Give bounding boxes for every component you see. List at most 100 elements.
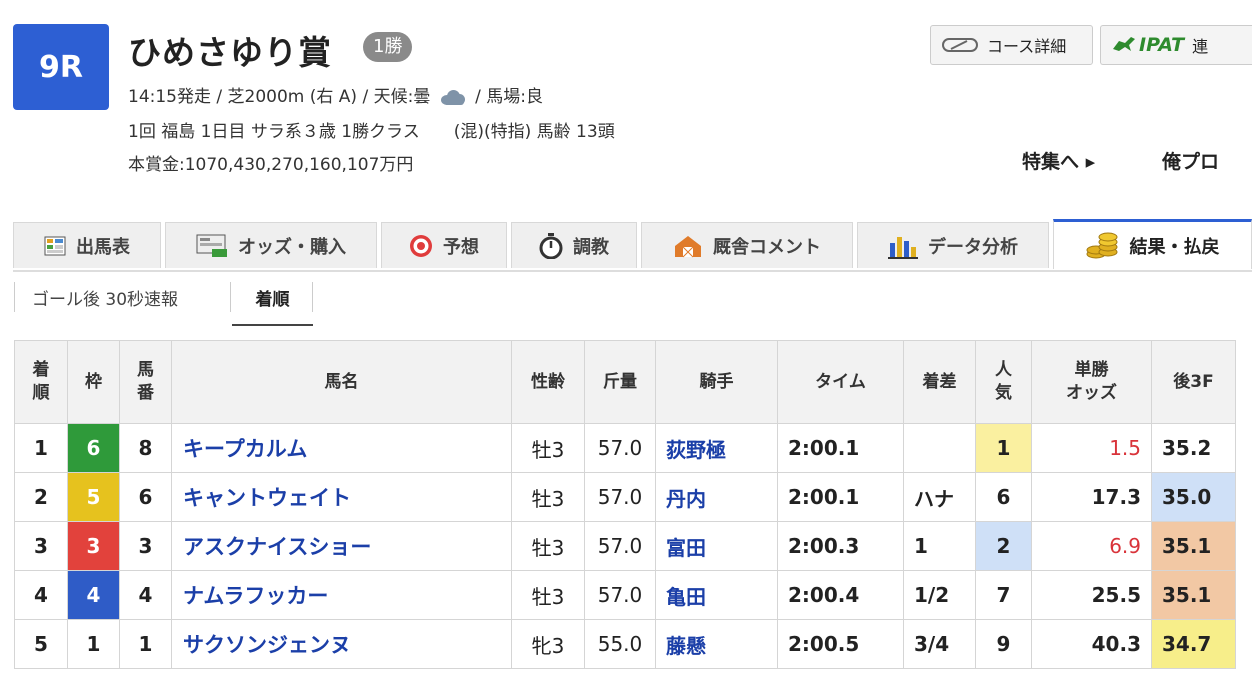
weight-cell: 57.0 (584, 472, 656, 522)
odds-cell: 25.5 (1031, 570, 1152, 620)
prize-money: 本賞金:1070,430,270,160,107万円 (128, 155, 414, 175)
waku-cell: 4 (67, 570, 120, 620)
coins-icon (1086, 232, 1120, 260)
weight-cell: 57.0 (584, 521, 656, 571)
tab-training[interactable]: 調教 (511, 222, 637, 268)
header-time: タイム (777, 340, 904, 424)
header-waku: 枠 (67, 340, 120, 424)
umaban-cell: 3 (119, 521, 172, 571)
subtab-divider (230, 282, 231, 312)
jockey-link[interactable]: 丹内 (655, 472, 778, 522)
odds-cell: 17.3 (1031, 472, 1152, 522)
bar-chart-icon (888, 233, 918, 259)
race-number-badge: 9R (13, 24, 109, 110)
tab-label: 調教 (573, 236, 609, 258)
last3f-cell: 35.2 (1151, 423, 1236, 473)
result-table: 着 順 枠 馬 番 馬名 性齢 斤量 騎手 タイム 着差 人 気 単勝 オッズ … (14, 340, 1236, 669)
umaban-cell: 4 (119, 570, 172, 620)
tab-entry-table[interactable]: 出馬表 (13, 222, 161, 268)
table-row: 2 5 6 キャントウェイト 牡3 57.0 丹内 2:00.1 ハナ 6 17… (14, 472, 1236, 522)
blog-link[interactable]: 俺プロ (1162, 147, 1219, 174)
horse-name-link[interactable]: サクソンジェンヌ (171, 619, 512, 669)
horse-name-link[interactable]: ナムラフッカー (171, 570, 512, 620)
last3f-cell: 35.1 (1151, 570, 1236, 620)
popularity-cell: 6 (975, 472, 1032, 522)
waku-cell: 3 (67, 521, 120, 571)
sex-age-cell: 牡3 (511, 423, 585, 473)
time-cell: 2:00.1 (777, 472, 904, 522)
tab-prediction[interactable]: 予想 (381, 222, 507, 268)
time-cell: 2:00.5 (777, 619, 904, 669)
time-cell: 2:00.4 (777, 570, 904, 620)
time-cell: 2:00.3 (777, 521, 904, 571)
jockey-link[interactable]: 富田 (655, 521, 778, 571)
race-info-line2: 1回 福島 1日目 サラ系３歳 1勝クラス (混)(特指) 馬齢 13頭 (128, 122, 615, 142)
subtab-divider (14, 282, 15, 312)
header-win-odds: 単勝 オッズ (1031, 340, 1152, 424)
special-feature-link[interactable]: 特集へ ▸ (1022, 147, 1095, 174)
horse-name-link[interactable]: アスクナイスショー (171, 521, 512, 571)
waku-cell: 6 (67, 423, 120, 473)
tab-label: 予想 (443, 236, 479, 258)
sex-age-cell: 牝3 (511, 619, 585, 669)
last3f-cell: 35.0 (1151, 472, 1236, 522)
tab-label: オッズ・購入 (238, 236, 346, 258)
margin-cell: 1/2 (903, 570, 976, 620)
popularity-cell: 2 (975, 521, 1032, 571)
tab-stable-comment[interactable]: 厩舎コメント (641, 222, 853, 268)
weight-cell: 57.0 (584, 570, 656, 620)
last3f-cell: 34.7 (1151, 619, 1236, 669)
odds-cell: 40.3 (1031, 619, 1152, 669)
ipat-suffix: 連 (1192, 37, 1209, 56)
popularity-cell: 1 (975, 423, 1032, 473)
tab-bar: 出馬表 オッズ・購入 予想 調教 厩舎コメント データ分析 結果・払戻 (13, 219, 1252, 272)
jockey-link[interactable]: 亀田 (655, 570, 778, 620)
stable-icon (673, 234, 703, 258)
table-row: 1 6 8 キープカルム 牡3 57.0 荻野極 2:00.1 1 1.5 35… (14, 423, 1236, 473)
ipat-horse-icon (1113, 37, 1135, 51)
table-header-row: 着 順 枠 馬 番 馬名 性齢 斤量 騎手 タイム 着差 人 気 単勝 オッズ … (14, 340, 1236, 424)
rank-cell: 2 (14, 472, 68, 522)
course-detail-button[interactable]: コース詳細 (930, 25, 1093, 65)
table-row: 3 3 3 アスクナイスショー 牡3 57.0 富田 2:00.3 1 2 6.… (14, 521, 1236, 571)
tab-results[interactable]: 結果・払戻 (1053, 219, 1252, 269)
margin-cell: 3/4 (903, 619, 976, 669)
umaban-cell: 8 (119, 423, 172, 473)
waku-cell: 5 (67, 472, 120, 522)
margin-cell (903, 423, 976, 473)
last3f-cell: 35.1 (1151, 521, 1236, 571)
jockey-link[interactable]: 荻野極 (655, 423, 778, 473)
table-row: 5 1 1 サクソンジェンヌ 牝3 55.0 藤懸 2:00.5 3/4 9 4… (14, 619, 1236, 669)
margin-cell: ハナ (903, 472, 976, 522)
header-margin: 着差 (903, 340, 976, 424)
horse-name-link[interactable]: キャントウェイト (171, 472, 512, 522)
sex-age-cell: 牡3 (511, 472, 585, 522)
ipat-button[interactable]: IPAT 連 (1100, 25, 1252, 65)
race-title: ひめさゆり賞 (128, 33, 332, 72)
jockey-link[interactable]: 藤懸 (655, 619, 778, 669)
header-last3f: 後3F (1151, 340, 1236, 424)
header-popularity: 人 気 (975, 340, 1032, 424)
tab-data-analysis[interactable]: データ分析 (857, 222, 1049, 268)
horse-name-link[interactable]: キープカルム (171, 423, 512, 473)
sex-age-cell: 牡3 (511, 570, 585, 620)
course-detail-label: コース詳細 (987, 37, 1067, 56)
header-sex-age: 性齢 (511, 340, 585, 424)
subtab-finish-order[interactable]: 着順 (232, 282, 313, 326)
stopwatch-icon (539, 232, 563, 259)
tab-label: 結果・払戻 (1129, 236, 1220, 258)
subtab-divider (312, 282, 313, 312)
header-weight: 斤量 (584, 340, 656, 424)
odds-icon (196, 234, 228, 258)
subtab-quick-report[interactable]: ゴール後 30秒速報 (32, 282, 178, 326)
rank-cell: 1 (14, 423, 68, 473)
tab-label: データ分析 (928, 236, 1018, 258)
tab-label: 厩舎コメント (713, 236, 821, 258)
tab-odds[interactable]: オッズ・購入 (165, 222, 377, 268)
popularity-cell: 7 (975, 570, 1032, 620)
track-condition: / 馬場:良 (475, 87, 543, 107)
header-rank: 着 順 (14, 340, 68, 424)
umaban-cell: 1 (119, 619, 172, 669)
umaban-cell: 6 (119, 472, 172, 522)
tab-label: 出馬表 (76, 236, 130, 258)
